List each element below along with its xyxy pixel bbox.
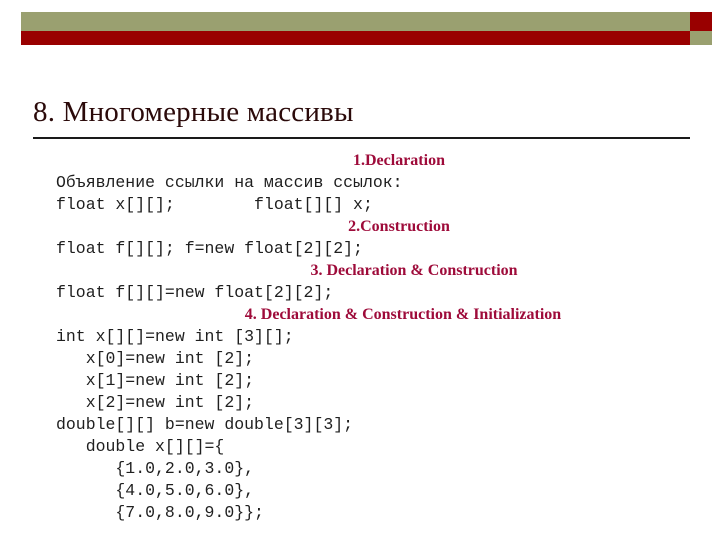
section-heading: 3. Declaration & Construction (310, 262, 518, 279)
header-bar-olive (21, 12, 690, 31)
code-line: float f[][]; f=new float[2][2]; (56, 239, 363, 258)
code-line: x[0]=new int [2]; (56, 349, 255, 368)
presentation-slide: 8. Многомерные массивы 1.Declaration Объя… (0, 0, 720, 540)
slide-body: 1.Declaration Объявление ссылки на массив… (0, 150, 720, 524)
code-line: x[1]=new int [2]; (56, 371, 255, 390)
header-cap-red (690, 12, 712, 31)
header-cap-olive (690, 31, 712, 45)
code-line: Объявление ссылки на массив ссылок: (56, 173, 403, 192)
slide-title: 8. Многомерные массивы (33, 96, 354, 128)
code-line: float f[][]=new float[2][2]; (56, 283, 334, 302)
code-line: double[][] b=new double[3][3]; (56, 415, 354, 434)
section-heading: 4. Declaration & Construction & Initiali… (244, 306, 562, 323)
code-line: {4.0,5.0,6.0}, (56, 481, 255, 500)
code-line: {7.0,8.0,9.0}}; (56, 503, 264, 522)
code-line: int x[][]=new int [3][]; (56, 327, 294, 346)
code-line: float x[][]; float[][] x; (56, 195, 373, 214)
code-line: {1.0,2.0,3.0}, (56, 459, 255, 478)
code-line: x[2]=new int [2]; (56, 393, 255, 412)
header-bar-red (21, 31, 690, 45)
title-divider (33, 137, 690, 139)
section-heading: 1.Declaration (353, 152, 445, 169)
section-heading: 2.Construction (348, 218, 450, 235)
code-line: double x[][]={ (56, 437, 225, 456)
